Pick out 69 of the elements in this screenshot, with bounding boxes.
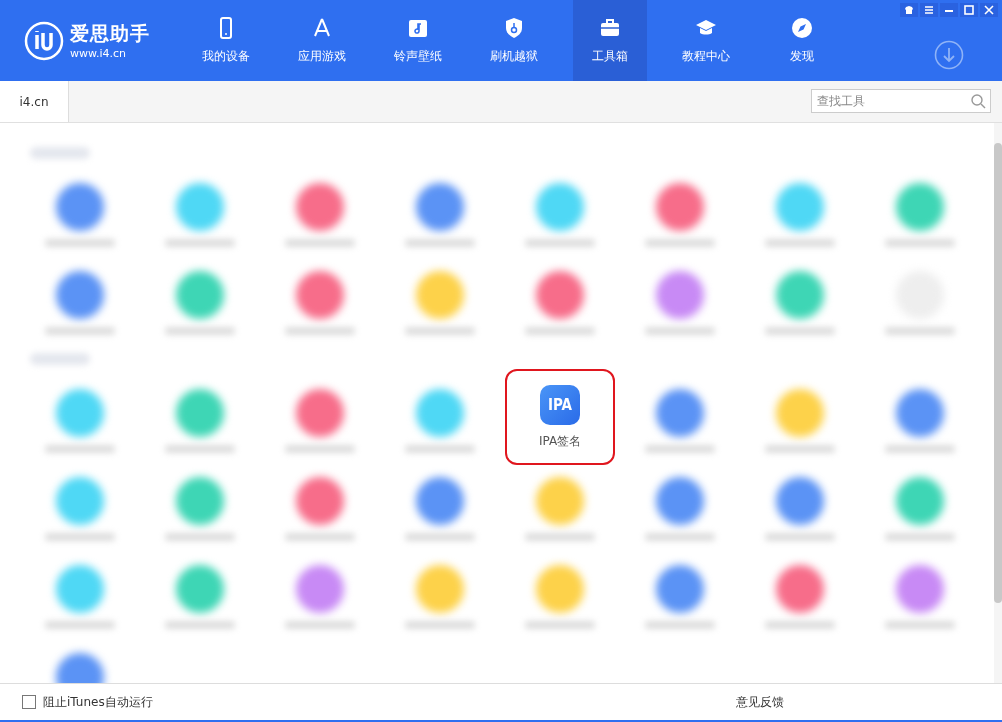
blurred-tool-label: [885, 327, 955, 335]
checkbox-label: 阻止iTunes自动运行: [43, 693, 153, 711]
checkbox[interactable]: [22, 695, 36, 709]
menu-icon[interactable]: [920, 3, 938, 17]
blurred-tool-label: [645, 327, 715, 335]
logo-icon: [24, 20, 64, 61]
blurred-tool-label: [525, 327, 595, 335]
app-url: www.i4.cn: [70, 47, 128, 60]
blurred-tool-label: [45, 239, 115, 247]
itunes-autorun-checkbox[interactable]: 阻止iTunes自动运行: [22, 693, 153, 711]
compass-icon: [790, 16, 814, 40]
blurred-tool-label: [165, 327, 235, 335]
nav-tab[interactable]: 刷机越狱: [477, 0, 551, 81]
blurred-tool-label: [285, 239, 355, 247]
search-field[interactable]: 查找工具: [811, 89, 991, 113]
blurred-tool-label: [45, 445, 115, 453]
blurred-tool-label: [405, 621, 475, 629]
blurred-tool-label: [285, 621, 355, 629]
blurred-tool-label: [765, 533, 835, 541]
ipa-tool-icon: IPA: [540, 384, 580, 425]
browser-tab[interactable]: i4.cn: [0, 81, 69, 122]
blurred-tool-label: [645, 533, 715, 541]
nav-tab[interactable]: 发现: [765, 0, 839, 81]
blurred-tool-label: [765, 445, 835, 453]
blurred-tool-label: [525, 621, 595, 629]
blurred-section-heading: [30, 353, 90, 365]
blurred-tool-label: [765, 327, 835, 335]
nav-tab[interactable]: 教程中心: [669, 0, 743, 81]
blurred-tool-label: [285, 327, 355, 335]
nav-tab[interactable]: 铃声壁纸: [381, 0, 455, 81]
blurred-tool-label: [405, 239, 475, 247]
blurred-tool-label: [45, 327, 115, 335]
app-name: 爱思助手: [70, 21, 150, 46]
maximize-icon[interactable]: [960, 3, 978, 17]
nav-tab[interactable]: 应用游戏: [285, 0, 359, 81]
blurred-tool-label: [45, 621, 115, 629]
blurred-tool-label: [165, 621, 235, 629]
download-icon[interactable]: [934, 40, 964, 70]
blurred-tool-label: [405, 327, 475, 335]
close-icon[interactable]: [980, 3, 998, 17]
blurred-tool-label: [285, 533, 355, 541]
blurred-tool-label: [885, 621, 955, 629]
blurred-tool-label: [885, 533, 955, 541]
skin-icon[interactable]: [900, 3, 918, 17]
blurred-tool-label: [645, 621, 715, 629]
blurred-tool-label: [645, 445, 715, 453]
blurred-tool-label: [45, 533, 115, 541]
blurred-tool-label: [405, 533, 475, 541]
blurred-tool-label: [885, 445, 955, 453]
blurred-tool-label: [765, 239, 835, 247]
tool-tile[interactable]: IPA IPA签名: [505, 369, 615, 465]
blurred-tool-label: [165, 239, 235, 247]
blurred-tool-label: [165, 533, 235, 541]
scrollbar-thumb[interactable]: [994, 143, 1002, 603]
blurred-tool-label: [525, 239, 595, 247]
blurred-tool-label: [885, 239, 955, 247]
blurred-tool-label: [285, 445, 355, 453]
nav-tab[interactable]: 我的设备: [189, 0, 263, 81]
blurred-tool-label: [525, 533, 595, 541]
blurred-tool-label: [765, 621, 835, 629]
minimize-icon[interactable]: [940, 3, 958, 17]
feedback-link[interactable]: 意见反馈: [736, 693, 784, 711]
search-icon[interactable]: [970, 93, 986, 109]
blurred-tool-label: [165, 445, 235, 453]
nav-tab[interactable]: 工具箱: [573, 0, 647, 81]
blurred-tool-label: [405, 445, 475, 453]
blurred-tool-label: [645, 239, 715, 247]
blurred-section-heading: [30, 147, 90, 159]
tool-label: IPA签名: [538, 432, 582, 450]
